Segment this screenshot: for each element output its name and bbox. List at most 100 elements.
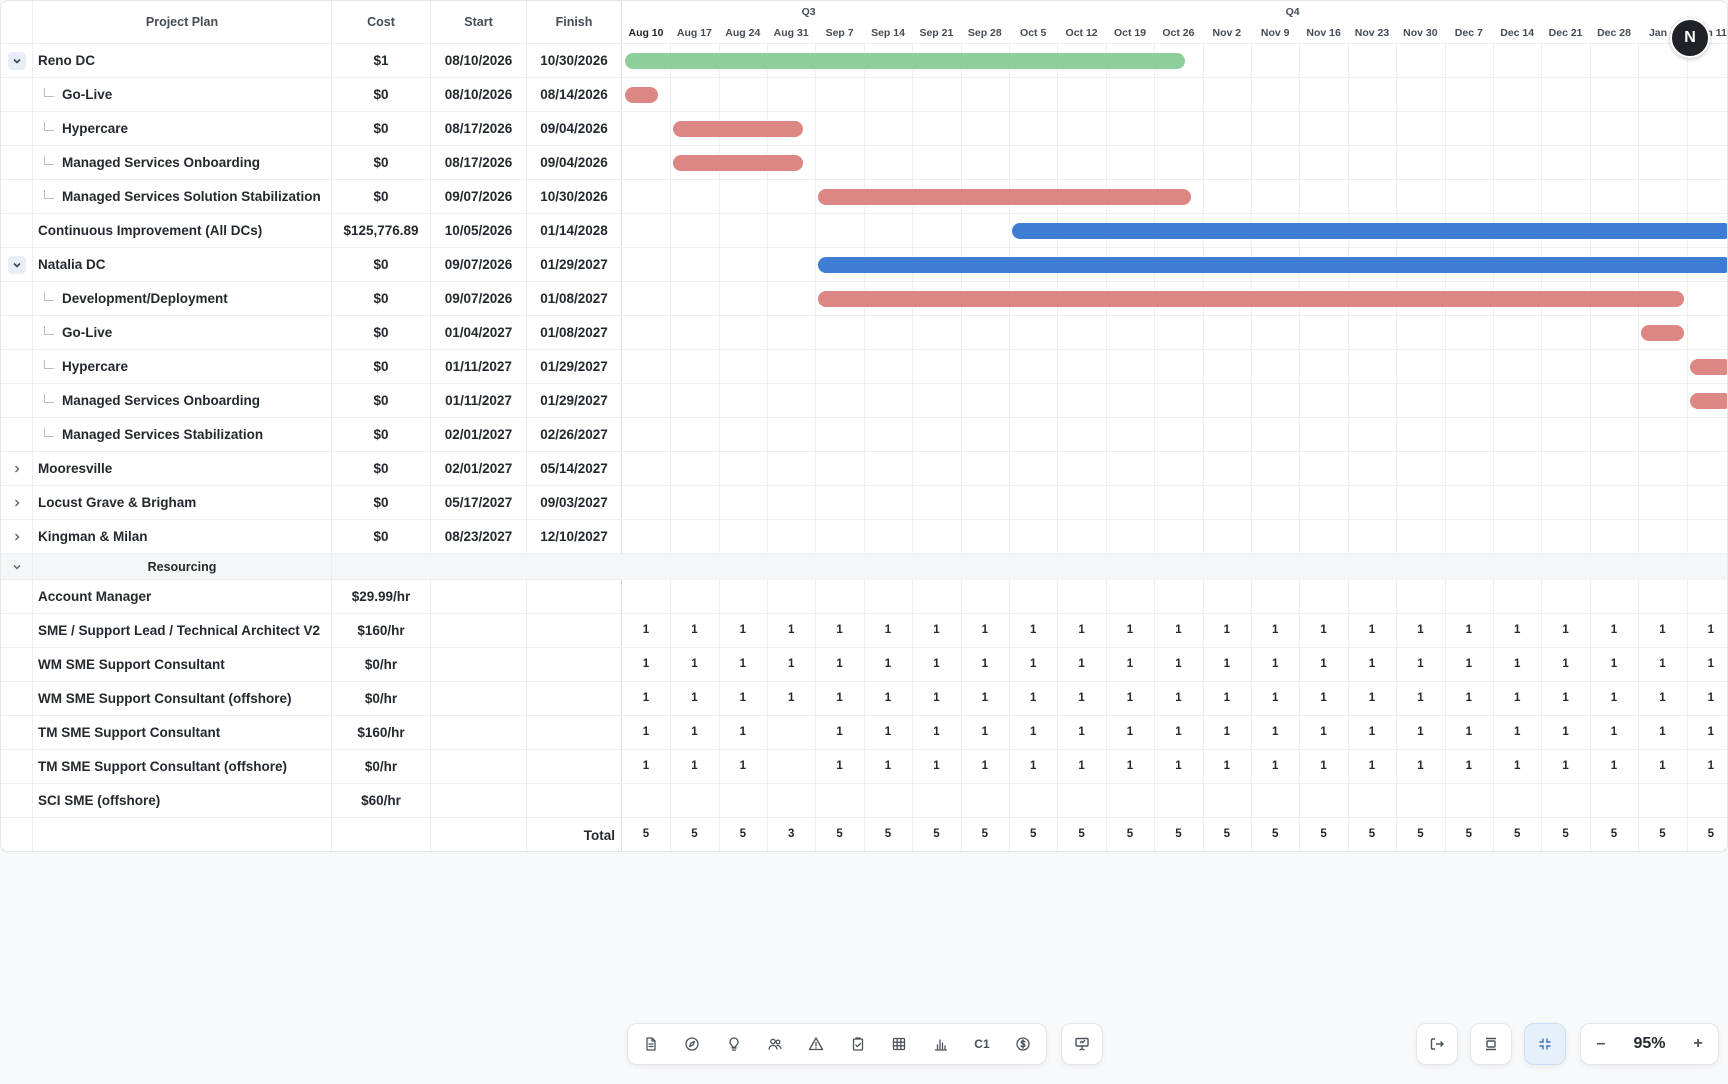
- allocation-count[interactable]: 1: [1459, 692, 1479, 704]
- allocation-count[interactable]: 1: [1410, 726, 1430, 738]
- allocation-count[interactable]: 1: [975, 726, 995, 738]
- allocation-count[interactable]: 1: [1072, 692, 1092, 704]
- allocation-count[interactable]: 1: [926, 658, 946, 670]
- task-name-cell[interactable]: Go-Live: [33, 78, 332, 111]
- task-cost[interactable]: $0: [332, 418, 431, 451]
- task-start-date[interactable]: 05/17/2027: [431, 486, 527, 519]
- task-cost[interactable]: $0: [332, 146, 431, 179]
- gantt-bar[interactable]: [818, 291, 1684, 307]
- gantt-bar[interactable]: [1689, 359, 1727, 375]
- allocation-count[interactable]: 1: [733, 624, 753, 636]
- allocation-count[interactable]: 1: [781, 658, 801, 670]
- allocation-count[interactable]: 1: [926, 726, 946, 738]
- allocation-count[interactable]: 1: [1072, 624, 1092, 636]
- allocation-count[interactable]: 1: [878, 760, 898, 772]
- allocation-count[interactable]: 1: [684, 658, 704, 670]
- header-finish[interactable]: Finish: [527, 1, 622, 43]
- task-finish-date[interactable]: 01/08/2027: [527, 316, 622, 349]
- allocation-count[interactable]: 1: [1023, 658, 1043, 670]
- warning-icon[interactable]: [796, 1024, 837, 1064]
- task-cost[interactable]: $0: [332, 78, 431, 111]
- task-cost[interactable]: $125,776.89: [332, 214, 431, 247]
- allocation-count[interactable]: 1: [1410, 692, 1430, 704]
- gantt-bar[interactable]: [673, 121, 804, 137]
- allocation-count[interactable]: 1: [1652, 760, 1672, 772]
- resource-name[interactable]: TM SME Support Consultant: [33, 716, 332, 749]
- table-icon[interactable]: [878, 1024, 919, 1064]
- allocation-count[interactable]: 1: [1120, 760, 1140, 772]
- resourcing-toggle[interactable]: [1, 554, 33, 579]
- allocation-count[interactable]: 1: [1314, 624, 1334, 636]
- allocation-count[interactable]: 1: [878, 726, 898, 738]
- allocation-count[interactable]: 1: [684, 692, 704, 704]
- task-start-date[interactable]: 02/01/2027: [431, 418, 527, 451]
- allocation-count[interactable]: 1: [1701, 760, 1721, 772]
- allocation-count[interactable]: 1: [878, 624, 898, 636]
- allocation-count[interactable]: 1: [1217, 658, 1237, 670]
- gantt-bar[interactable]: [624, 87, 659, 103]
- allocation-count[interactable]: 1: [1604, 760, 1624, 772]
- allocation-count[interactable]: 1: [1168, 726, 1188, 738]
- task-name-cell[interactable]: Reno DC: [33, 44, 332, 77]
- allocation-count[interactable]: 1: [1362, 692, 1382, 704]
- header-cost[interactable]: Cost: [332, 1, 431, 43]
- allocation-count[interactable]: 1: [1701, 726, 1721, 738]
- allocation-count[interactable]: 1: [1507, 760, 1527, 772]
- task-start-date[interactable]: 01/04/2027: [431, 316, 527, 349]
- allocation-count[interactable]: 1: [1217, 726, 1237, 738]
- task-start-date[interactable]: 09/07/2026: [431, 282, 527, 315]
- task-finish-date[interactable]: 01/08/2027: [527, 282, 622, 315]
- allocation-count[interactable]: 1: [1314, 760, 1334, 772]
- allocation-count[interactable]: 1: [684, 726, 704, 738]
- allocation-count[interactable]: 1: [1120, 624, 1140, 636]
- allocation-count[interactable]: 1: [1652, 726, 1672, 738]
- resource-name[interactable]: WM SME Support Consultant: [33, 648, 332, 681]
- exit-icon[interactable]: [1417, 1024, 1457, 1064]
- task-name-cell[interactable]: Managed Services Onboarding: [33, 384, 332, 417]
- bar-chart-icon[interactable]: [920, 1024, 961, 1064]
- allocation-count[interactable]: 1: [1459, 760, 1479, 772]
- allocation-count[interactable]: 1: [926, 760, 946, 772]
- allocation-count[interactable]: 1: [1701, 692, 1721, 704]
- task-finish-date[interactable]: 05/14/2027: [527, 452, 622, 485]
- allocation-count[interactable]: 1: [733, 658, 753, 670]
- task-start-date[interactable]: 01/11/2027: [431, 384, 527, 417]
- c1-icon[interactable]: C1: [961, 1024, 1002, 1064]
- task-finish-date[interactable]: 09/04/2026: [527, 112, 622, 145]
- allocation-count[interactable]: 1: [975, 692, 995, 704]
- resource-rate[interactable]: $160/hr: [332, 716, 431, 749]
- allocation-count[interactable]: 1: [1507, 692, 1527, 704]
- allocation-count[interactable]: 1: [733, 726, 753, 738]
- task-finish-date[interactable]: 01/29/2027: [527, 350, 622, 383]
- allocation-count[interactable]: 1: [926, 624, 946, 636]
- gantt-bar[interactable]: [1641, 325, 1684, 341]
- allocation-count[interactable]: 1: [636, 624, 656, 636]
- allocation-count[interactable]: 1: [1168, 658, 1188, 670]
- task-finish-date[interactable]: 10/30/2026: [527, 180, 622, 213]
- allocation-count[interactable]: 1: [1265, 624, 1285, 636]
- allocation-count[interactable]: 1: [1072, 726, 1092, 738]
- allocation-count[interactable]: 1: [1507, 726, 1527, 738]
- resource-name[interactable]: SCI SME (offshore): [33, 784, 332, 817]
- task-finish-date[interactable]: 01/29/2027: [527, 248, 622, 281]
- resource-rate[interactable]: $29.99/hr: [332, 580, 431, 613]
- allocation-count[interactable]: 1: [1652, 624, 1672, 636]
- allocation-count[interactable]: 1: [1217, 760, 1237, 772]
- task-start-date[interactable]: 08/23/2027: [431, 520, 527, 553]
- gantt-bar[interactable]: [818, 257, 1727, 273]
- allocation-count[interactable]: 1: [926, 692, 946, 704]
- task-finish-date[interactable]: 01/29/2027: [527, 384, 622, 417]
- allocation-count[interactable]: 1: [1120, 658, 1140, 670]
- allocation-count[interactable]: 1: [1023, 760, 1043, 772]
- task-name-cell[interactable]: Kingman & Milan: [33, 520, 332, 553]
- allocation-count[interactable]: 1: [1459, 658, 1479, 670]
- resource-rate[interactable]: $0/hr: [332, 750, 431, 783]
- allocation-count[interactable]: 1: [1459, 726, 1479, 738]
- presentation-icon[interactable]: [1062, 1024, 1102, 1064]
- allocation-count[interactable]: 1: [1507, 658, 1527, 670]
- allocation-count[interactable]: 1: [1168, 760, 1188, 772]
- allocation-count[interactable]: 1: [1314, 726, 1334, 738]
- allocation-count[interactable]: 1: [636, 726, 656, 738]
- chevron-right-icon[interactable]: [8, 460, 26, 478]
- allocation-count[interactable]: 1: [830, 658, 850, 670]
